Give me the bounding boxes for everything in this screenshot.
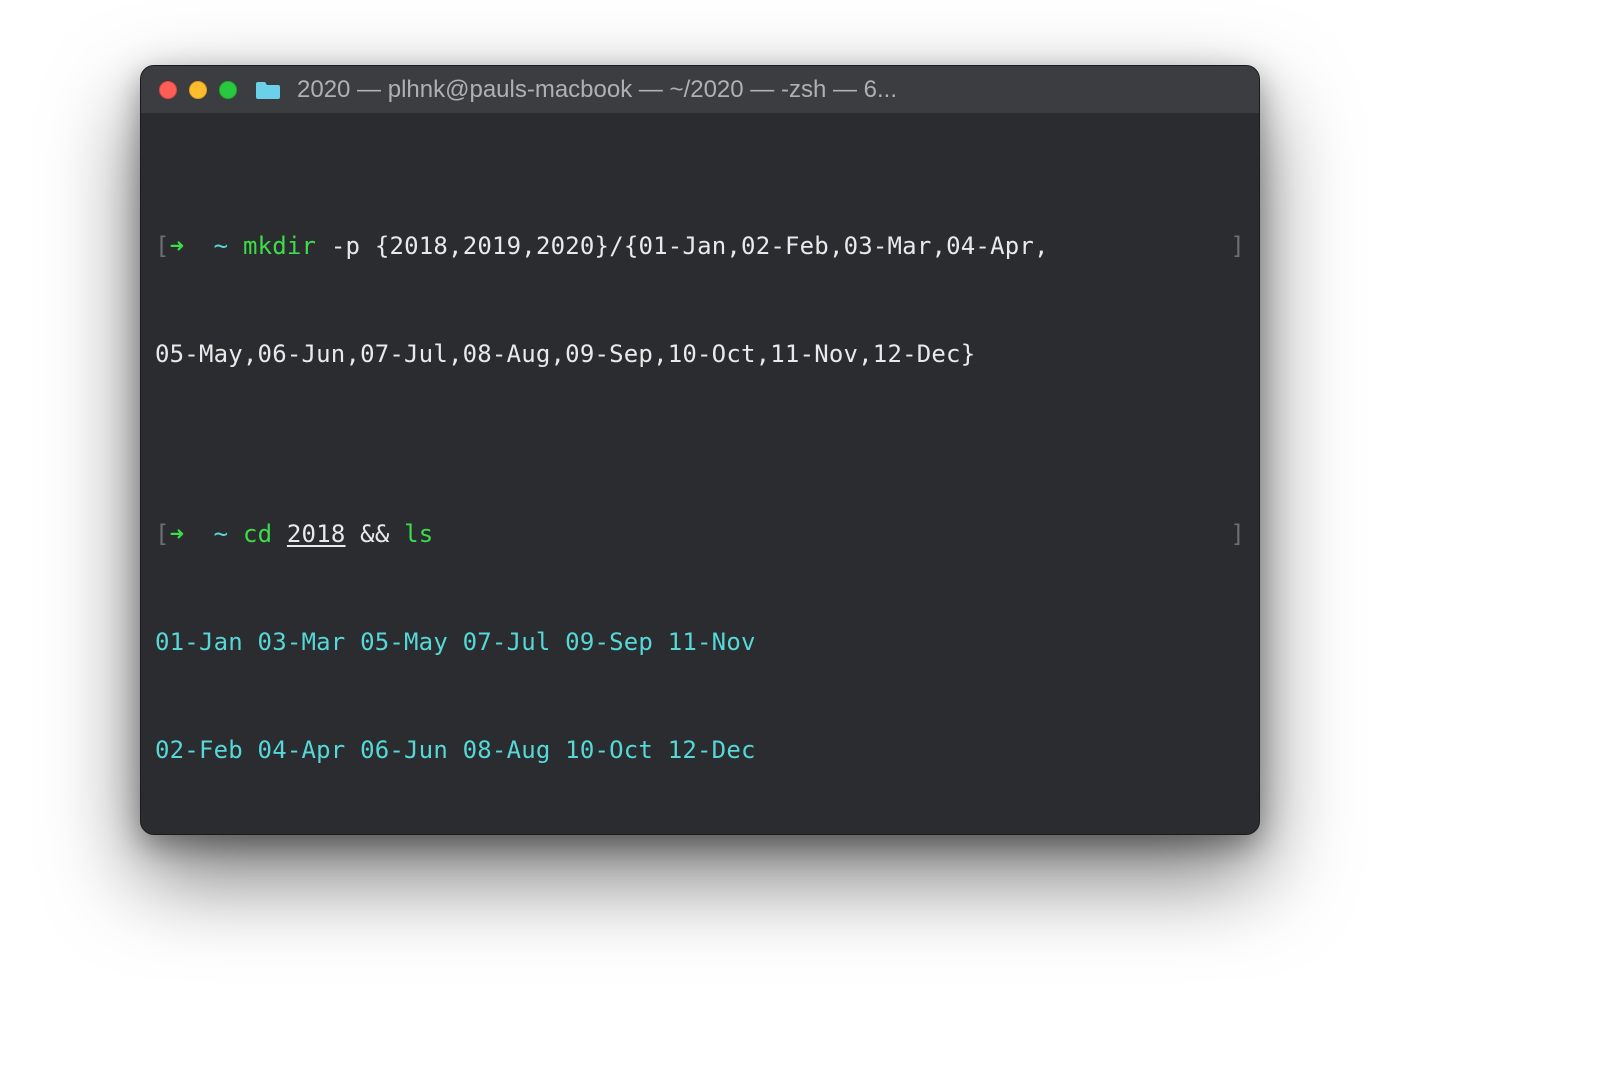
ls-output-row: 02-Feb 04-Apr 06-Jun 08-Aug 10-Oct 12-De… (155, 732, 1245, 768)
minimize-icon[interactable] (189, 81, 207, 99)
traffic-lights (159, 81, 237, 99)
window-title: 2020 — plhnk@pauls-macbook — ~/2020 — -z… (297, 76, 1241, 104)
command-line-1: [➜ ~ mkdir -p {2018,2019,2020}/{01-Jan,0… (155, 228, 1245, 264)
folder-icon (255, 80, 281, 100)
command-line-1-wrap: 05-May,06-Jun,07-Jul,08-Aug,09-Sep,10-Oc… (155, 336, 1245, 372)
terminal-body[interactable]: [➜ ~ mkdir -p {2018,2019,2020}/{01-Jan,0… (141, 114, 1259, 835)
terminal-window[interactable]: 2020 — plhnk@pauls-macbook — ~/2020 — -z… (140, 65, 1260, 835)
titlebar[interactable]: 2020 — plhnk@pauls-macbook — ~/2020 — -z… (141, 66, 1259, 114)
maximize-icon[interactable] (219, 81, 237, 99)
ls-output-row: 01-Jan 03-Mar 05-May 07-Jul 09-Sep 11-No… (155, 624, 1245, 660)
command-line-2: [➜ ~ cd 2018 && ls ] (155, 516, 1245, 552)
close-icon[interactable] (159, 81, 177, 99)
